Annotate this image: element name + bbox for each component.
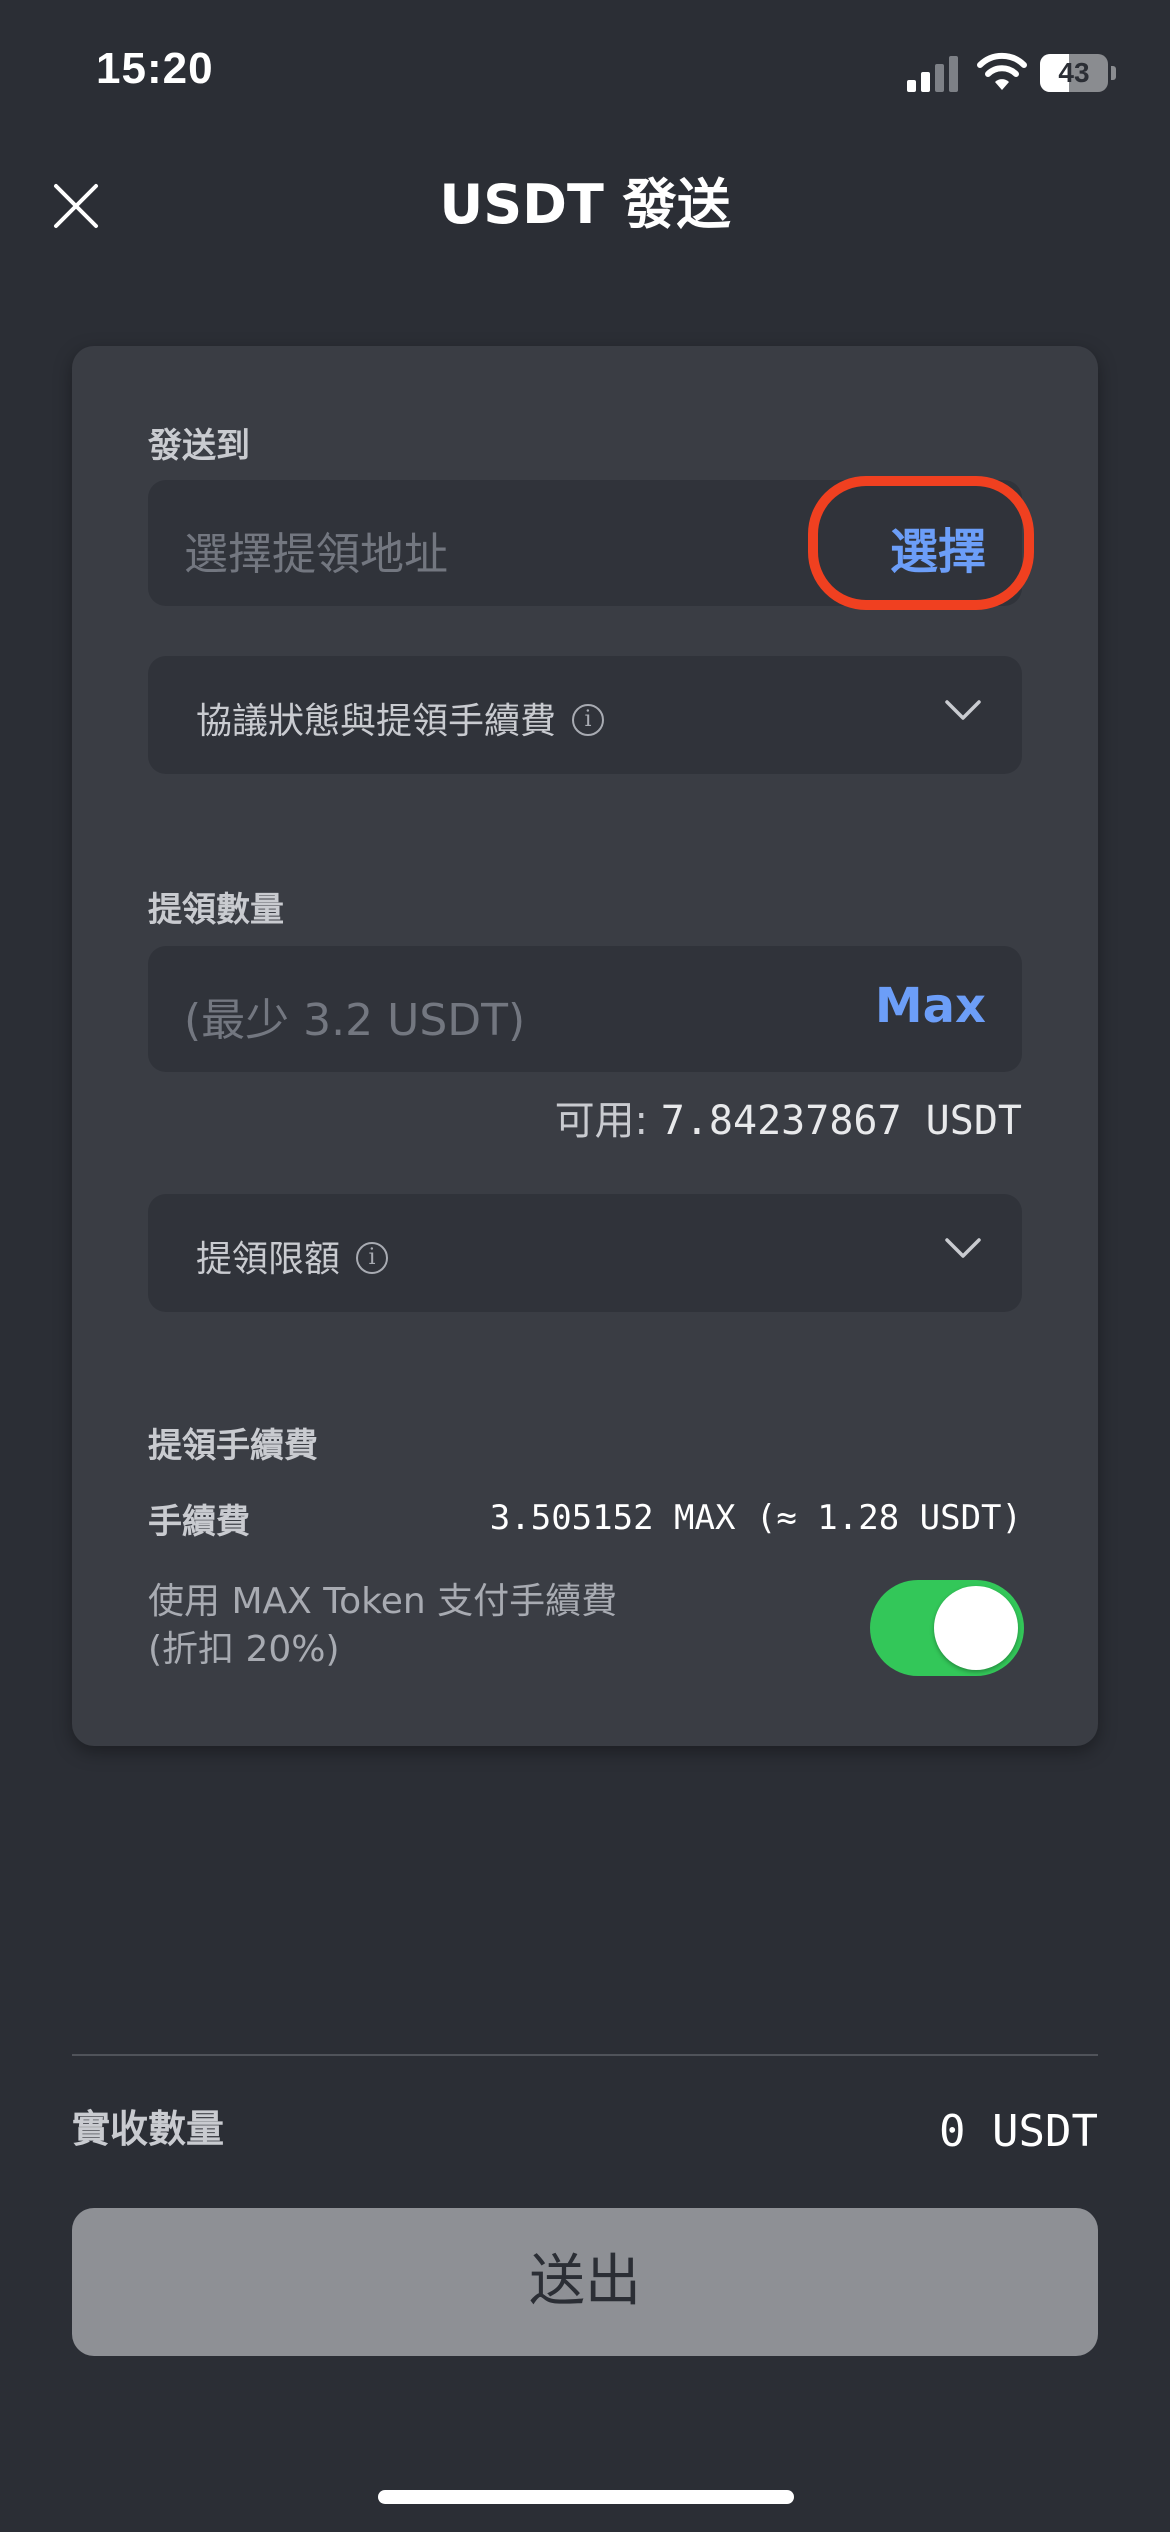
receive-amount-value: 0 USDT xyxy=(939,2106,1098,2157)
info-icon[interactable]: i xyxy=(572,704,605,736)
battery-level: 43 xyxy=(1058,57,1090,88)
withdraw-limit-label: 提領限額 i xyxy=(196,1230,389,1282)
toggle-knob xyxy=(934,1586,1018,1670)
status-time: 15:20 xyxy=(96,44,214,93)
home-indicator[interactable] xyxy=(378,2490,794,2504)
withdraw-form-card: 發送到 選擇提領地址 選擇 協議狀態與提領手續費 i 提領數量 (最少 3.2 U… xyxy=(72,346,1098,1746)
info-icon[interactable]: i xyxy=(356,1242,389,1274)
address-placeholder: 選擇提領地址 xyxy=(184,529,448,580)
receive-amount-label: 實收數量 xyxy=(72,2107,225,2151)
submit-button[interactable]: 送出 xyxy=(72,2208,1098,2356)
withdraw-limit-accordion[interactable]: 提領限額 i xyxy=(148,1194,1022,1312)
battery-indicator: 43 xyxy=(1040,54,1116,92)
divider xyxy=(72,2054,1098,2056)
available-balance: 可用: 7.84237867 USDT xyxy=(555,1088,1022,1146)
max-token-fee-toggle[interactable] xyxy=(870,1580,1024,1676)
chevron-down-icon xyxy=(945,1238,981,1258)
max-token-fee-line1: 使用 MAX Token 支付手續費 xyxy=(148,1581,618,1622)
withdraw-limit-text: 提領限額 xyxy=(196,1239,341,1280)
status-bar: 15:20 43 xyxy=(0,0,1170,140)
battery-cap xyxy=(1111,66,1116,80)
chevron-down-icon xyxy=(945,700,981,720)
protocol-fee-accordion[interactable]: 協議狀態與提領手續費 i xyxy=(148,656,1022,774)
battery-body: 43 xyxy=(1040,54,1108,92)
amount-field[interactable]: (最少 3.2 USDT) Max xyxy=(148,946,1022,1072)
fee-label: 手續費 xyxy=(148,1502,250,1542)
max-token-fee-line2: (折扣 20%) xyxy=(148,1629,340,1670)
available-value: 7.84237867 USDT xyxy=(660,1098,1022,1144)
address-field[interactable]: 選擇提領地址 選擇 xyxy=(148,480,1022,606)
wifi-icon xyxy=(977,52,1027,90)
fee-section-label: 提領手續費 xyxy=(148,1426,318,1466)
page-title: USDT 發送 xyxy=(439,173,731,236)
send-to-label: 發送到 xyxy=(148,426,250,466)
fee-value: 3.505152 MAX (≈ 1.28 USDT) xyxy=(489,1498,1022,1538)
cellular-signal-icon xyxy=(907,56,958,92)
available-label: 可用: xyxy=(554,1098,649,1144)
max-button[interactable]: Max xyxy=(875,978,986,1034)
protocol-fee-label: 協議狀態與提領手續費 i xyxy=(196,692,605,744)
select-address-button[interactable]: 選擇 xyxy=(890,512,986,582)
amount-label: 提領數量 xyxy=(148,890,284,930)
max-token-fee-text: 使用 MAX Token 支付手續費 (折扣 20%) xyxy=(148,1578,748,1674)
amount-placeholder: (最少 3.2 USDT) xyxy=(184,995,526,1046)
protocol-fee-text: 協議狀態與提領手續費 xyxy=(196,701,557,742)
